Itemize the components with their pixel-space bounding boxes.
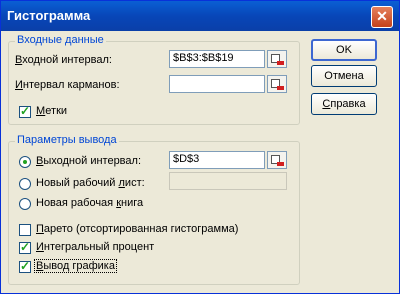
input-range-field[interactable]: $B$3:$B$19 <box>169 50 265 68</box>
output-range-collapse-button[interactable] <box>267 151 287 169</box>
pareto-label-text: арето (отсортированная гистограмма) <box>43 223 239 235</box>
labels-label: Метки <box>36 105 67 117</box>
histogram-dialog: Гистограмма ✕ Входные данные Входной инт… <box>0 0 400 294</box>
output-range-label-text: ыходной интервал: <box>43 155 141 167</box>
output-group-title: Параметры вывода <box>15 134 119 146</box>
title-bar[interactable]: Гистограмма ✕ <box>1 1 399 31</box>
input-group-title: Входные данные <box>15 34 106 46</box>
new-workbook-radio[interactable] <box>19 198 31 210</box>
close-button[interactable]: ✕ <box>371 6 393 28</box>
new-worksheet-label-b: ист: <box>124 177 145 189</box>
cancel-button[interactable]: Отмена <box>311 65 377 87</box>
bin-range-collapse-button[interactable] <box>267 75 287 93</box>
pareto-label-accel: П <box>36 223 44 235</box>
input-range-collapse-button[interactable] <box>267 50 287 68</box>
output-range-field[interactable]: $D$3 <box>169 151 265 169</box>
ok-button[interactable]: OK <box>311 39 377 61</box>
labels-label-accel: М <box>36 105 46 117</box>
new-worksheet-field <box>169 172 287 190</box>
input-range-label: Входной интервал: <box>15 54 112 66</box>
dialog-title: Гистограмма <box>7 8 91 23</box>
help-label-text: правка <box>330 98 366 110</box>
cumulative-percentage-checkbox[interactable] <box>19 240 31 254</box>
input-range-label-text: ходной интервал: <box>22 54 112 66</box>
bin-range-field[interactable] <box>169 75 265 93</box>
bin-range-label-accel: И <box>15 79 23 91</box>
range-ref-arrow-icon <box>277 61 284 65</box>
chart-output-label-text: ывод графика <box>43 260 115 272</box>
new-worksheet-label: Новый рабочий лист: <box>36 177 145 189</box>
cumulative-label-accel: И <box>36 241 44 253</box>
labels-checkbox[interactable] <box>19 104 31 118</box>
cumulative-label-text: нтегральный процент <box>43 241 155 253</box>
help-button[interactable]: Справка <box>311 93 377 115</box>
output-range-label: Выходной интервал: <box>36 155 141 167</box>
output-range-radio[interactable] <box>19 156 31 168</box>
new-worksheet-label-a: Новый рабочий <box>36 177 119 189</box>
chart-output-label: Вывод графика <box>34 259 117 273</box>
new-workbook-label-b: нига <box>121 197 144 209</box>
chart-output-checkbox[interactable] <box>19 259 31 273</box>
range-ref-arrow-icon <box>277 162 284 166</box>
range-ref-arrow-icon <box>277 86 284 90</box>
labels-label-text: етки <box>45 105 68 117</box>
bin-range-label-text: нтервал карманов: <box>22 79 120 91</box>
cumulative-percentage-label: Интегральный процент <box>36 241 154 253</box>
new-workbook-label: Новая рабочая книга <box>36 197 143 209</box>
new-workbook-label-a: Новая рабочая <box>36 197 117 209</box>
new-worksheet-radio[interactable] <box>19 178 31 190</box>
pareto-label: Парето (отсортированная гистограмма) <box>36 223 238 235</box>
pareto-checkbox[interactable] <box>19 224 31 236</box>
close-icon: ✕ <box>376 8 388 24</box>
bin-range-label: Интервал карманов: <box>15 79 120 91</box>
